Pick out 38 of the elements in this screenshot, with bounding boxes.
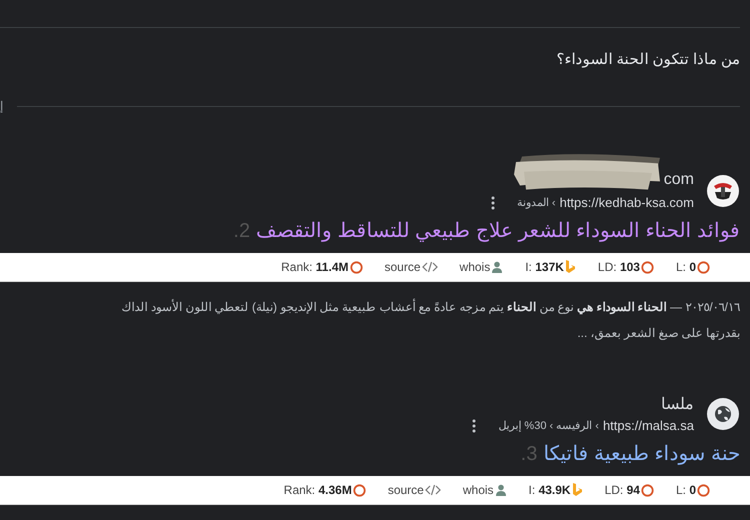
result-link[interactable]: فوائد الحناء السوداء للشعر علاج طبيعي للتساقط والتقصف: [256, 218, 740, 243]
question-text[interactable]: من ماذا تتكون الحنة السوداء؟: [0, 28, 740, 81]
breadcrumb-text: › الرفيسه › 30% إبريل: [498, 419, 599, 432]
code-icon: [424, 484, 441, 496]
stat-text[interactable]: LD: 103: [598, 260, 640, 274]
snippet-text: ٢٠٢٥/٠٦/١٦ — الحناء السوداء هي نوع من الحناء يتم مزجه عادةً مع أعشاب طبيعية مثل الإنديجو (نيلة) لتعطي اللون الأسود الداك: [120, 298, 740, 316]
stat-text[interactable]: I: 43.9K: [528, 483, 571, 497]
snippet-text: بقدرتها على صبغ الشعر بعمق، ...: [576, 325, 740, 342]
stat-text[interactable]: L: 0: [676, 260, 696, 274]
stat-text[interactable]: whois: [460, 260, 490, 274]
site-name: com: [664, 171, 694, 188]
circle-icon: [697, 484, 710, 496]
stat-text[interactable]: I: 137K: [525, 260, 564, 274]
stat-text[interactable]: Rank: 11.4M: [281, 260, 348, 274]
more-options-icon: [490, 196, 495, 210]
stat-text[interactable]: LD: 94: [604, 483, 640, 497]
circle-icon: [640, 260, 654, 274]
stat-text[interactable]: Rank: 4.36M: [284, 483, 352, 497]
url-text[interactable]: https://malsa.sa: [602, 418, 694, 433]
breadcrumb-text: › المدونة: [516, 196, 556, 209]
circle-icon: [352, 484, 366, 496]
site-name: ملسا: [661, 396, 694, 413]
circle-icon: [350, 260, 362, 274]
stat-text[interactable]: source: [388, 483, 424, 497]
stat-text[interactable]: source: [384, 260, 421, 274]
person-icon: [491, 261, 504, 273]
url-text[interactable]: https://kedhab-ksa.com: [560, 195, 694, 210]
code-icon: [422, 261, 438, 273]
more-options-icon: [472, 418, 476, 432]
letter-b-icon: [572, 483, 583, 497]
result-link[interactable]: حنة سوداء طبيعية فاتيكا: [543, 441, 740, 466]
person-icon: [494, 484, 507, 496]
circle-icon: [640, 484, 654, 496]
stat-text[interactable]: whois: [462, 483, 494, 497]
stat-text[interactable]: L: 0: [676, 483, 696, 497]
circle-icon: [697, 260, 710, 274]
side-text: إ: [0, 99, 3, 113]
letter-b-icon: [564, 260, 576, 274]
